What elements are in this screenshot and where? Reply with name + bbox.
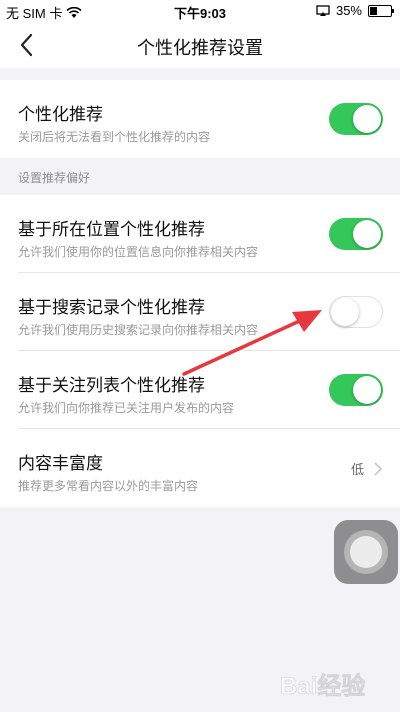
status-right: 35% [316,3,394,18]
page-title: 个性化推荐设置 [137,38,263,58]
toggle-knob [353,105,381,133]
preferences-section: 基于所在位置个性化推荐 允许我们使用你的位置信息向你推荐相关内容 基于搜索记录个… [0,195,400,507]
toggle-knob [331,297,359,326]
screen-mirroring-icon [316,4,330,16]
battery-percent: 35% [335,3,362,18]
search-history-toggle[interactable] [329,296,383,328]
setting-title: 内容丰富度 [18,454,103,473]
location-toggle[interactable] [329,218,383,250]
setting-subtitle: 允许我们使用历史搜索记录向你推荐相关内容 [18,323,259,337]
personalized-toggle[interactable] [329,103,383,135]
setting-row-personalized: 个性化推荐 关闭后将无法看到个性化推荐的内容 [0,80,400,158]
setting-title: 基于关注列表个性化推荐 [18,376,205,395]
setting-title: 基于所在位置个性化推荐 [18,220,205,239]
richness-value-cell: 低 [351,459,382,478]
assistive-ring-inner [350,536,382,568]
setting-title: 基于搜索记录个性化推荐 [18,298,205,317]
setting-row-following: 基于关注列表个性化推荐 允许我们向你推荐已关注用户发布的内容 [0,351,400,429]
chevron-right-icon [374,461,382,476]
setting-row-content-richness[interactable]: 内容丰富度 推荐更多常看内容以外的丰富内容 低 [0,429,400,507]
personalized-section: 个性化推荐 关闭后将无法看到个性化推荐的内容 [0,80,400,158]
setting-row-search-history: 基于搜索记录个性化推荐 允许我们使用历史搜索记录向你推荐相关内容 [0,273,400,351]
setting-subtitle: 允许我们使用你的位置信息向你推荐相关内容 [18,245,259,259]
setting-subtitle: 关闭后将无法看到个性化推荐的内容 [18,130,211,144]
paw-logo-icon: Bai经验 [280,672,366,701]
following-toggle[interactable] [329,374,383,406]
toggle-knob [353,376,381,404]
section-header-label: 设置推荐偏好 [18,171,91,185]
battery-icon [368,4,394,17]
setting-row-location: 基于所在位置个性化推荐 允许我们使用你的位置信息向你推荐相关内容 [0,195,400,273]
setting-subtitle: 允许我们向你推荐已关注用户发布的内容 [18,401,235,415]
watermark-text: Bai经验 [280,672,365,700]
preferences-section-header: 设置推荐偏好 [0,157,400,195]
watermark: Bai经验 [280,664,390,704]
nav-bar: 个性化推荐设置 [0,22,400,68]
status-bar: 无 SIM 卡 下午9:03 35% [0,0,400,22]
assistive-touch-button[interactable] [334,520,398,584]
setting-title: 个性化推荐 [18,105,103,124]
setting-subtitle: 推荐更多常看内容以外的丰富内容 [18,479,199,493]
richness-value: 低 [350,462,364,477]
battery-level [370,6,377,15]
toggle-knob [353,220,381,248]
